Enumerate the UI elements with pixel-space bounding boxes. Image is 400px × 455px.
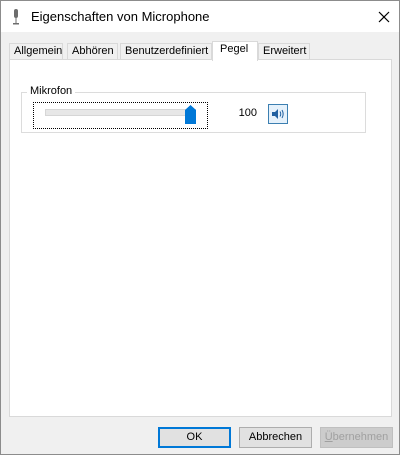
tab-allgemein[interactable]: Allgemein bbox=[9, 43, 63, 60]
tab-abhoeren[interactable]: Abhören bbox=[67, 43, 118, 60]
close-button[interactable] bbox=[369, 1, 399, 32]
apply-accelerator: Ü bbox=[324, 431, 333, 443]
slider-thumb[interactable] bbox=[185, 105, 196, 124]
tab-erweitert[interactable]: Erweitert bbox=[258, 43, 310, 60]
apply-label: bernehmen bbox=[332, 431, 389, 443]
ok-button[interactable]: OK bbox=[158, 427, 231, 448]
tab-panel-pegel: Mikrofon 100 bbox=[9, 59, 392, 417]
close-icon bbox=[378, 11, 390, 22]
mute-button[interactable] bbox=[268, 104, 288, 124]
speaker-icon bbox=[272, 109, 284, 119]
level-slider[interactable] bbox=[33, 102, 208, 129]
apply-button[interactable]: Übernehmen bbox=[320, 427, 393, 448]
cancel-button[interactable]: Abbrechen bbox=[239, 427, 312, 448]
window-title: Eigenschaften von Microphone bbox=[31, 9, 210, 24]
tab-benutzerdefiniert[interactable]: Benutzerdefiniert bbox=[120, 43, 212, 60]
microphone-icon bbox=[11, 9, 21, 25]
level-value: 100 bbox=[238, 107, 257, 119]
tab-pegel[interactable]: Pegel bbox=[212, 41, 258, 61]
properties-dialog: Eigenschaften von Microphone Allgemein A… bbox=[0, 0, 400, 455]
group-label: Mikrofon bbox=[27, 85, 76, 97]
slider-track bbox=[45, 109, 196, 116]
title-bar: Eigenschaften von Microphone bbox=[1, 1, 399, 32]
